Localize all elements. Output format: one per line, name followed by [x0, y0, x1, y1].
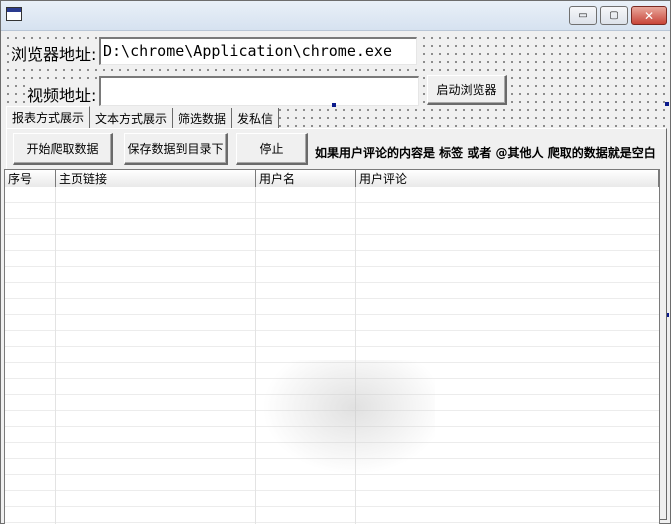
form-designer-canvas: 浏览器地址: D:\chrome\Application\chrome.exe …	[2, 32, 669, 524]
column-header-index[interactable]: 序号	[5, 170, 56, 187]
tab-filter-data[interactable]: 筛选数据	[173, 108, 233, 128]
start-crawl-button[interactable]: 开始爬取数据	[13, 133, 113, 165]
tab-private-message[interactable]: 发私信	[232, 108, 280, 128]
maximize-button[interactable]: ▢	[600, 6, 628, 25]
launch-browser-button[interactable]: 启动浏览器	[427, 75, 507, 105]
resize-handle[interactable]	[332, 103, 336, 107]
minimize-button[interactable]: ▭	[569, 6, 597, 25]
hint-text: 如果用户评论的内容是 标签 或者 @其他人 爬取的数据就是空白	[315, 146, 656, 160]
video-url-label: 视频地址:	[26, 82, 98, 106]
save-data-button[interactable]: 保存数据到目录下	[124, 133, 228, 165]
table-header: 序号 主页链接 用户名 用户评论	[5, 170, 659, 187]
column-header-homepage-link[interactable]: 主页链接	[56, 170, 256, 187]
browser-path-input[interactable]: D:\chrome\Application\chrome.exe	[99, 37, 417, 65]
tab-strip: 报表方式展示 文本方式展示 筛选数据 发私信	[6, 106, 280, 128]
title-bar[interactable]: ▭ ▢ ✕	[1, 1, 670, 31]
tab-report-view[interactable]: 报表方式展示	[6, 106, 91, 128]
column-divider	[55, 187, 56, 524]
column-header-user-comment[interactable]: 用户评论	[356, 170, 659, 187]
stop-button[interactable]: 停止	[236, 133, 308, 165]
column-header-username[interactable]: 用户名	[256, 170, 356, 187]
close-button[interactable]: ✕	[631, 6, 667, 25]
app-icon	[6, 7, 22, 21]
watermark	[255, 360, 435, 480]
video-url-input[interactable]	[99, 76, 419, 106]
resize-handle[interactable]	[665, 102, 669, 106]
app-window: ▭ ▢ ✕ 浏览器地址: D:\chrome\Application\chrom…	[0, 0, 671, 524]
data-table[interactable]: 序号 主页链接 用户名 用户评论	[4, 169, 660, 524]
tab-text-view[interactable]: 文本方式展示	[90, 108, 174, 128]
browser-path-label: 浏览器地址:	[10, 41, 98, 65]
